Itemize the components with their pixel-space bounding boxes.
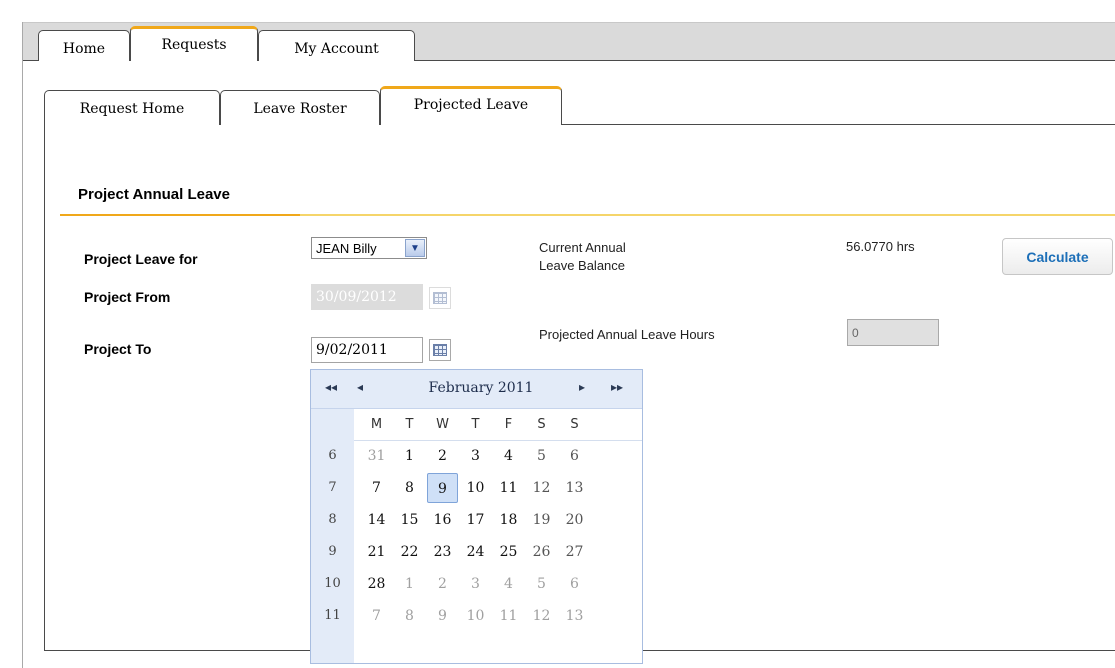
prev-year-icon[interactable]: ◂◂ <box>325 380 337 394</box>
calendar-day[interactable]: 18 <box>493 505 524 535</box>
calendar-day-selected[interactable]: 9 <box>427 473 458 503</box>
calendar-day[interactable]: 8 <box>394 601 425 631</box>
section-divider <box>60 214 1115 216</box>
calendar-day[interactable]: 4 <box>493 569 524 599</box>
subtab-projected-leave[interactable]: Projected Leave <box>380 86 562 125</box>
calendar-day[interactable]: 1 <box>394 569 425 599</box>
weekday-header: S <box>570 417 579 432</box>
current-balance-label-line1: Current Annual <box>539 240 626 255</box>
weekday-header: S <box>537 417 546 432</box>
weekday-header: T <box>471 417 480 432</box>
calendar-day[interactable]: 6 <box>559 569 590 599</box>
projected-hours-field: 0 <box>847 319 939 346</box>
calendar-day[interactable]: 25 <box>493 537 524 567</box>
current-balance-label-line2: Leave Balance <box>539 258 626 273</box>
week-number: 6 <box>328 448 337 463</box>
calendar-day[interactable]: 11 <box>493 601 524 631</box>
weekday-header: T <box>405 417 414 432</box>
project-to-label: Project To <box>84 341 152 357</box>
projected-hours-label: Projected Annual Leave Hours <box>539 327 715 342</box>
calendar-day[interactable]: 2 <box>427 441 458 471</box>
calendar-day[interactable]: 6 <box>559 441 590 471</box>
next-year-icon[interactable]: ▸▸ <box>611 380 623 394</box>
current-balance-label: Current Annual Leave Balance <box>539 239 626 275</box>
week-number: 9 <box>328 544 337 559</box>
calendar-day[interactable]: 13 <box>559 601 590 631</box>
calculate-button[interactable]: Calculate <box>1002 238 1113 275</box>
date-picker-header: ◂◂ ◂ February 2011 ▸ ▸▸ <box>311 370 642 409</box>
next-month-icon[interactable]: ▸ <box>579 380 585 394</box>
calendar-day[interactable]: 11 <box>493 473 524 503</box>
calendar-day[interactable]: 5 <box>526 569 557 599</box>
calendar-day[interactable]: 27 <box>559 537 590 567</box>
calendar-day[interactable]: 1 <box>394 441 425 471</box>
calendar-day[interactable]: 28 <box>361 569 392 599</box>
calendar-icon[interactable] <box>429 339 451 361</box>
date-picker: ◂◂ ◂ February 2011 ▸ ▸▸ M T W T F S S 6 31 1 2 3 4 5 6… <box>310 369 643 664</box>
calendar-day[interactable]: 24 <box>460 537 491 567</box>
project-leave-for-label: Project Leave for <box>84 251 198 267</box>
calendar-day[interactable]: 8 <box>394 473 425 503</box>
calendar-day[interactable]: 14 <box>361 505 392 535</box>
calendar-day[interactable]: 26 <box>526 537 557 567</box>
calendar-day[interactable]: 15 <box>394 505 425 535</box>
projected-hours-value: 0 <box>852 325 859 340</box>
chevron-down-icon[interactable]: ▼ <box>405 239 425 257</box>
calendar-day[interactable]: 31 <box>361 441 392 471</box>
calendar-day[interactable]: 20 <box>559 505 590 535</box>
calendar-day[interactable]: 10 <box>460 601 491 631</box>
calendar-day[interactable]: 12 <box>526 601 557 631</box>
project-to-input[interactable]: 9/02/2011 <box>311 337 423 363</box>
calendar-day[interactable]: 7 <box>361 473 392 503</box>
subtab-leave-roster[interactable]: Leave Roster <box>220 90 380 125</box>
calendar-day[interactable]: 16 <box>427 505 458 535</box>
calendar-day[interactable]: 22 <box>394 537 425 567</box>
calendar-day[interactable]: 7 <box>361 601 392 631</box>
calendar-day[interactable]: 23 <box>427 537 458 567</box>
calendar-day[interactable]: 13 <box>559 473 590 503</box>
week-number: 7 <box>328 480 337 495</box>
week-number: 8 <box>328 512 337 527</box>
project-from-input: 30/09/2012 <box>311 284 423 310</box>
project-from-label: Project From <box>84 289 171 305</box>
calendar-day[interactable]: 3 <box>460 441 491 471</box>
calendar-day[interactable]: 4 <box>493 441 524 471</box>
calendar-day[interactable]: 2 <box>427 569 458 599</box>
calendar-icon <box>429 287 451 309</box>
employee-select[interactable]: JEAN Billy ▼ <box>311 237 427 259</box>
calendar-day[interactable]: 5 <box>526 441 557 471</box>
calendar-day[interactable]: 12 <box>526 473 557 503</box>
week-number: 10 <box>324 576 341 591</box>
project-to-value: 9/02/2011 <box>316 342 388 358</box>
calendar-day[interactable]: 9 <box>427 601 458 631</box>
project-from-value: 30/09/2012 <box>316 289 397 305</box>
weekday-header: W <box>436 417 449 432</box>
current-balance-value: 56.0770 hrs <box>846 239 915 254</box>
subtab-request-home[interactable]: Request Home <box>44 90 220 125</box>
calendar-day[interactable]: 3 <box>460 569 491 599</box>
employee-select-value: JEAN Billy <box>316 240 377 256</box>
calendar-day[interactable]: 19 <box>526 505 557 535</box>
calendar-day[interactable]: 21 <box>361 537 392 567</box>
weekday-header: F <box>504 417 513 432</box>
section-title: Project Annual Leave <box>78 186 230 203</box>
prev-month-icon[interactable]: ◂ <box>357 380 363 394</box>
date-picker-title[interactable]: February 2011 <box>411 380 551 396</box>
calendar-day[interactable]: 17 <box>460 505 491 535</box>
calendar-day[interactable]: 10 <box>460 473 491 503</box>
weekday-header: M <box>370 417 383 432</box>
week-number: 11 <box>324 608 341 623</box>
